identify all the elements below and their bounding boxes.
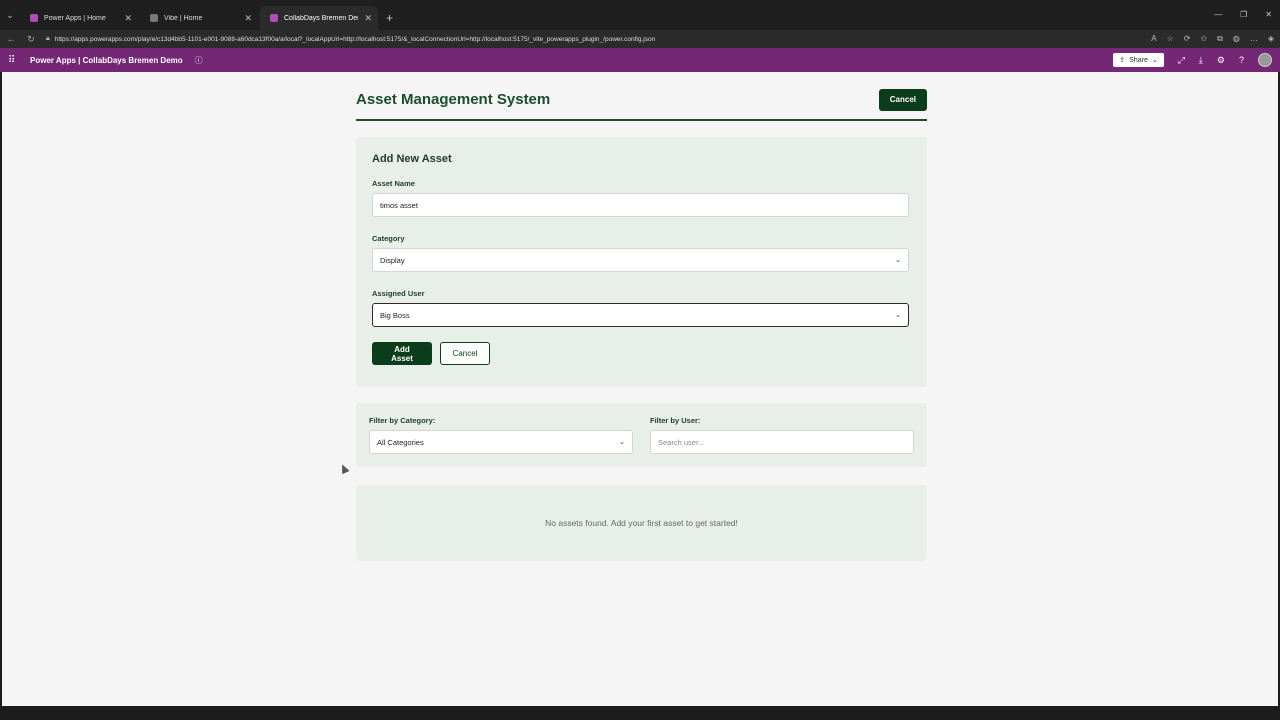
chevron-down-icon: ⌄ (619, 439, 625, 446)
header-actions: ⇪ Share ⌄ ⤢ ⤓ ⚙ ? (1113, 53, 1272, 67)
url-field[interactable]: 🔒︎ https://apps.powerapps.com/play/e/c13… (46, 32, 1141, 46)
reload-icon[interactable]: ↻ (26, 34, 36, 45)
share-button[interactable]: ⇪ Share ⌄ (1113, 53, 1164, 67)
assigned-user-label: Assigned User (372, 289, 425, 298)
tab-title: Vibe | Home (164, 14, 203, 22)
filter-user-label: Filter by User: (650, 416, 701, 425)
category-filter: Filter by Category: All Categories ⌄ (369, 416, 633, 454)
back-icon[interactable]: ← (6, 34, 16, 44)
favorite-star-icon[interactable]: ☆ (1167, 34, 1174, 44)
filter-category-select[interactable]: All Categories ⌄ (369, 430, 633, 454)
address-bar: ← ↻ 🔒︎ https://apps.powerapps.com/play/e… (0, 30, 1280, 48)
category-value: Display (380, 255, 405, 265)
share-label: Share (1129, 56, 1148, 64)
browser-tab-3[interactable]: CollabDays Bremen Demo - Pow ✕ (260, 6, 378, 30)
form-title: Add New Asset (372, 153, 452, 165)
copilot-icon[interactable]: ◈ (1268, 34, 1274, 44)
category-select[interactable]: Display ⌄ (372, 248, 909, 272)
window-controls: — ❐ ✕ (1214, 10, 1272, 19)
close-window-icon[interactable]: ✕ (1265, 10, 1272, 19)
help-icon[interactable]: ? (1239, 55, 1244, 65)
filter-user-input[interactable]: Search user... (650, 430, 914, 454)
close-icon[interactable]: ✕ (244, 13, 252, 24)
tab-title: CollabDays Bremen Demo - Pow (284, 14, 358, 22)
chevron-down-icon: ⌄ (1151, 57, 1158, 64)
powerapps-header: ⠿ Power Apps | CollabDays Bremen Demo ⓘ … (0, 48, 1280, 72)
close-icon[interactable]: ✕ (364, 13, 372, 24)
assigned-user-select[interactable]: Big Boss ⌄ (372, 303, 909, 327)
new-tab-icon[interactable]: + (378, 6, 401, 30)
browser-tabbar: ⌄ Power Apps | Home ✕ Vibe | Home ✕ Coll… (0, 0, 1280, 30)
asset-list-empty: No assets found. Add your first asset to… (356, 485, 927, 561)
page-header: Asset Management System Cancel (356, 72, 927, 121)
app-title: Power Apps | CollabDays Bremen Demo (30, 55, 183, 65)
tab-list-chevron-icon[interactable]: ⌄ (0, 0, 20, 30)
browser-tab-2[interactable]: Vibe | Home ✕ (140, 6, 258, 30)
filter-category-label: Filter by Category: (369, 416, 436, 425)
empty-state-message: No assets found. Add your first asset to… (545, 518, 738, 528)
add-asset-button[interactable]: Add Asset (372, 342, 432, 365)
page-title: Asset Management System (356, 91, 551, 108)
vibe-favicon-icon (150, 14, 158, 22)
filter-user-placeholder: Search user... (658, 437, 705, 447)
restore-icon[interactable]: ❐ (1240, 10, 1247, 19)
settings-gear-icon[interactable]: ⚙ (1217, 55, 1225, 66)
header-cancel-button[interactable]: Cancel (878, 88, 927, 111)
close-icon[interactable]: ✕ (124, 13, 132, 24)
add-asset-form: Add New Asset Asset Name timos asset Cat… (356, 137, 927, 387)
more-options-icon[interactable]: … (1250, 34, 1258, 44)
asset-app: Asset Management System Cancel Add New A… (356, 72, 927, 561)
url-text: https://apps.powerapps.com/play/e/c13d4b… (54, 35, 656, 43)
app-canvas: Asset Management System Cancel Add New A… (2, 72, 1278, 706)
browser-tab-1[interactable]: Power Apps | Home ✕ (20, 6, 138, 30)
form-actions: Add Asset Cancel (372, 342, 911, 365)
extensions-icon[interactable]: ⧉ (1217, 34, 1223, 44)
favorites-icon[interactable]: ✩ (1200, 34, 1207, 44)
site-info-icon[interactable]: 🔒︎ (46, 35, 50, 43)
profile-icon[interactable]: ◍ (1233, 34, 1240, 44)
form-cancel-button[interactable]: Cancel (440, 342, 490, 365)
asset-name-value: timos asset (380, 200, 418, 210)
chevron-down-icon: ⌄ (895, 312, 901, 319)
asset-name-input[interactable]: timos asset (372, 193, 909, 217)
window-bottom-edge (0, 706, 1280, 720)
tab-title: Power Apps | Home (44, 14, 106, 22)
fit-to-screen-icon[interactable]: ⤢ (1178, 55, 1185, 66)
share-icon: ⇪ (1119, 57, 1126, 64)
chevron-down-icon: ⌄ (895, 257, 901, 264)
download-icon[interactable]: ⤓ (1199, 55, 1203, 66)
avatar[interactable] (1258, 53, 1272, 67)
powerapps-favicon-icon (270, 14, 278, 22)
filter-category-value: All Categories (377, 437, 424, 447)
info-icon[interactable]: ⓘ (195, 55, 203, 66)
mouse-cursor-icon (338, 462, 350, 475)
powerapps-favicon-icon (30, 14, 38, 22)
address-bar-icons: A ☆ ⟳ ✩ ⧉ ◍ … ◈ (1151, 34, 1274, 44)
assigned-user-value: Big Boss (380, 310, 410, 320)
read-aloud-icon[interactable]: A (1151, 34, 1156, 44)
filter-panel: Filter by Category: All Categories ⌄ Fil… (356, 403, 927, 467)
app-launcher-icon[interactable]: ⠿ (8, 55, 22, 66)
user-filter: Filter by User: Search user... (650, 416, 914, 454)
refresh-extension-icon[interactable]: ⟳ (1184, 34, 1191, 44)
asset-name-label: Asset Name (372, 179, 415, 188)
minimize-icon[interactable]: — (1214, 10, 1222, 19)
category-label: Category (372, 234, 405, 243)
